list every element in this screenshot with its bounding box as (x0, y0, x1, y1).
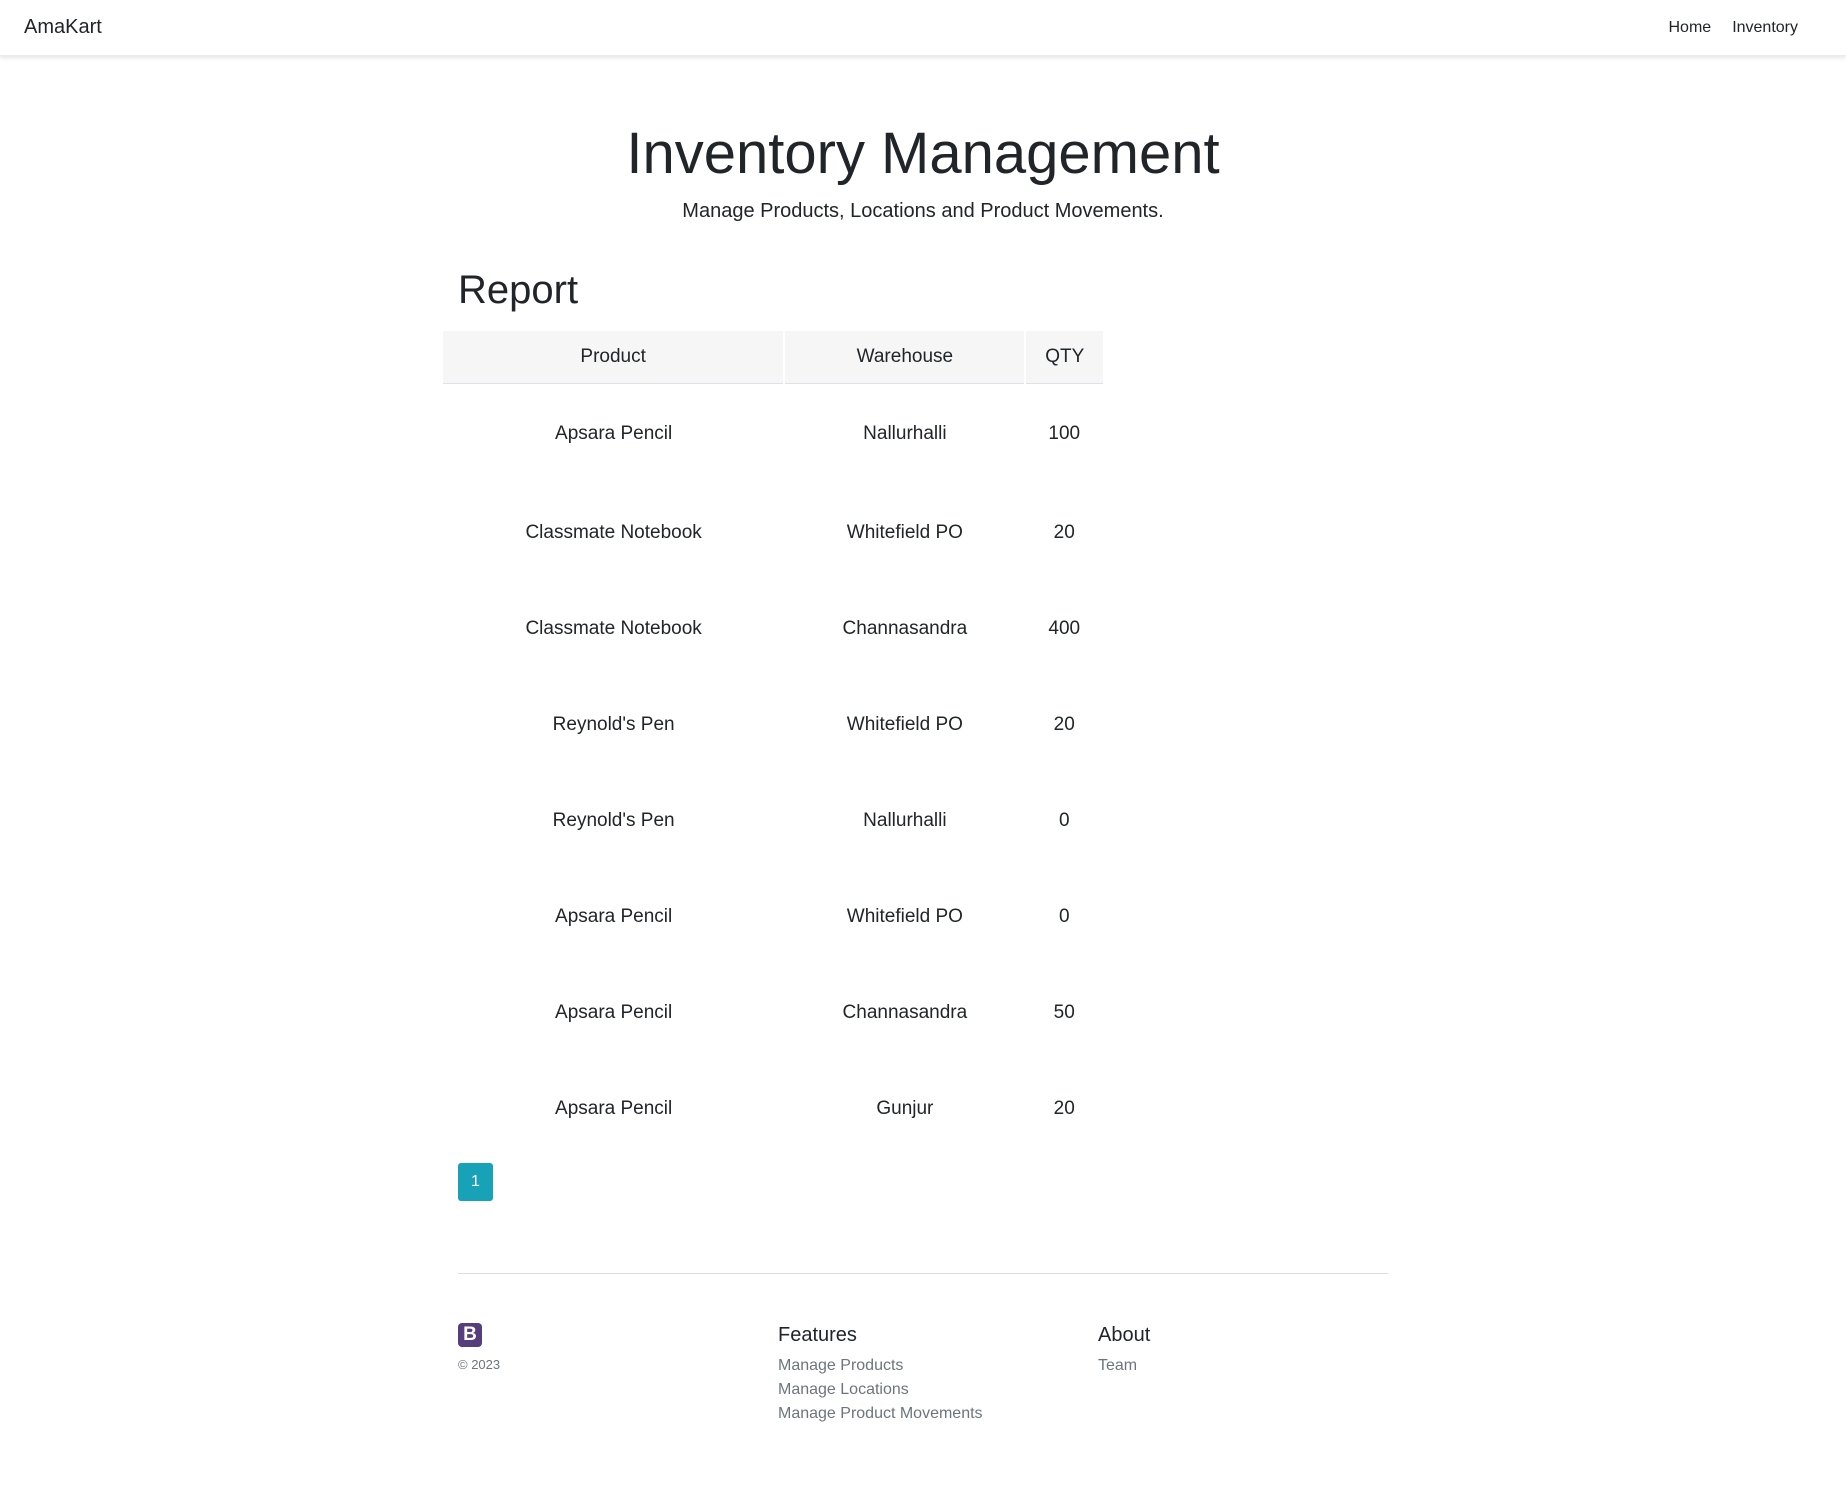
cell-warehouse: Channasandra (842, 618, 968, 639)
footer-about-list: Team (1098, 1354, 1150, 1378)
footer-features-column: Features Manage Products Manage Location… (778, 1322, 983, 1426)
page-subtitle: Manage Products, Locations and Product M… (682, 200, 1164, 222)
table-row: Reynold's Pen Nallurhalli 0 (443, 773, 1103, 869)
nav-link-inventory[interactable]: Inventory (1732, 19, 1798, 37)
footer-about-column: About Team (1098, 1322, 1150, 1378)
cell-product: Reynold's Pen (552, 714, 675, 735)
cell-product: Apsara Pencil (555, 423, 673, 445)
nav-link-home[interactable]: Home (1669, 19, 1712, 37)
footer-link-manage-products[interactable]: Manage Products (778, 1354, 983, 1378)
table-row: Apsara Pencil Whitefield PO 0 (443, 869, 1103, 965)
table-row: Reynold's Pen Whitefield PO 20 (443, 677, 1103, 773)
table-row: Apsara Pencil Channasandra 50 (443, 965, 1103, 1061)
cell-qty: 0 (1058, 906, 1070, 927)
cell-warehouse: Nallurhalli (863, 423, 947, 445)
pagination-page-1-button[interactable]: 1 (458, 1163, 493, 1201)
cell-warehouse: Channasandra (842, 1002, 968, 1023)
report-heading: Report (458, 268, 579, 312)
cell-qty: 20 (1053, 714, 1075, 735)
cell-qty: 0 (1058, 810, 1070, 831)
cell-warehouse: Whitefield PO (846, 522, 963, 543)
cell-product: Apsara Pencil (555, 1002, 673, 1023)
footer-features-list: Manage Products Manage Locations Manage … (778, 1354, 983, 1426)
cell-warehouse: Nallurhalli (863, 810, 947, 831)
cell-warehouse: Whitefield PO (846, 906, 963, 927)
top-navbar: AmaKart Home Inventory (0, 0, 1846, 56)
footer-link-manage-product-movements[interactable]: Manage Product Movements (778, 1402, 983, 1426)
report-table: Product Warehouse QTY Apsara Pencil Nall… (443, 331, 1103, 1157)
page-title: Inventory Management (626, 121, 1220, 186)
cell-warehouse: Gunjur (876, 1098, 934, 1119)
table-row: Classmate Notebook Whitefield PO 20 (443, 485, 1103, 581)
cell-qty: 400 (1048, 618, 1081, 639)
copyright-text: © 2023 (458, 1357, 501, 1372)
cell-qty: 20 (1053, 522, 1075, 543)
nav-links: Home Inventory (1669, 19, 1799, 37)
table-header-row: Product Warehouse QTY (443, 331, 1103, 384)
cell-warehouse: Whitefield PO (846, 714, 963, 735)
table-row: Apsara Pencil Nallurhalli 100 (443, 383, 1103, 485)
footer-divider (458, 1273, 1388, 1274)
cell-qty: 50 (1053, 1002, 1075, 1023)
cell-qty: 100 (1048, 423, 1081, 445)
footer-features-heading: Features (778, 1324, 857, 1346)
bootstrap-logo-icon: B (458, 1323, 482, 1347)
brand-link[interactable]: AmaKart (24, 16, 102, 39)
column-header-product: Product (443, 331, 785, 384)
footer-about-heading: About (1098, 1324, 1151, 1346)
cell-product: Reynold's Pen (552, 810, 675, 831)
cell-product: Apsara Pencil (555, 1098, 673, 1119)
table-row: Classmate Notebook Channasandra 400 (443, 581, 1103, 677)
cell-product: Classmate Notebook (525, 618, 702, 639)
cell-qty: 20 (1053, 1098, 1075, 1119)
column-header-qty: QTY (1024, 331, 1103, 384)
column-header-warehouse: Warehouse (783, 331, 1026, 384)
table-row: Apsara Pencil Gunjur 20 (443, 1061, 1103, 1157)
cell-product: Classmate Notebook (525, 522, 702, 543)
footer-link-team[interactable]: Team (1098, 1354, 1150, 1378)
cell-product: Apsara Pencil (555, 906, 673, 927)
footer-link-manage-locations[interactable]: Manage Locations (778, 1378, 983, 1402)
